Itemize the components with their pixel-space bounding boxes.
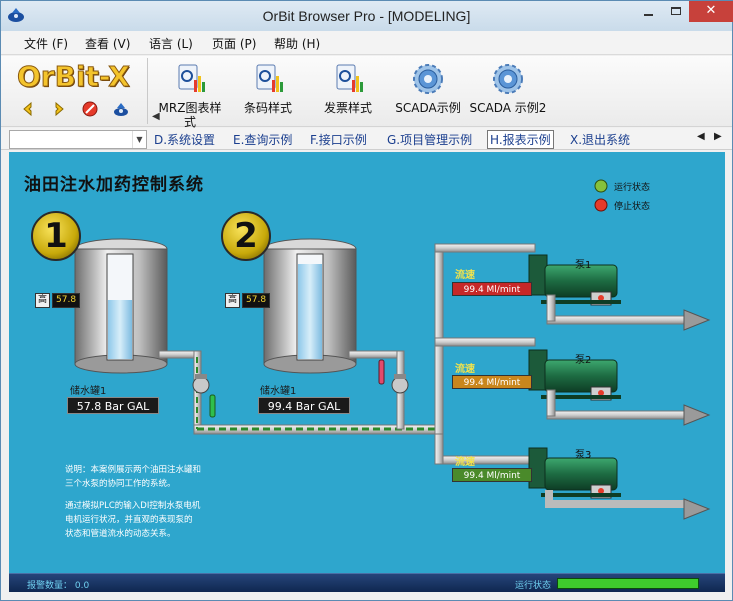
tank-1-high-indicator: 高 57.8 xyxy=(35,293,81,308)
gear-icon xyxy=(493,64,523,94)
close-button[interactable]: ✕ xyxy=(689,1,733,22)
report-icon xyxy=(336,64,363,92)
tank-1-name: 储水罐1 xyxy=(70,386,107,397)
tool-scada-example[interactable]: SCADA示例 xyxy=(391,62,465,124)
maximize-icon xyxy=(671,7,681,15)
storage-tank-2 xyxy=(263,238,357,374)
pump-2 xyxy=(528,349,711,426)
minimize-button[interactable] xyxy=(635,1,663,22)
tank-2-high-indicator: 高 57.8 xyxy=(225,293,271,308)
tab-scroll-left-icon[interactable]: ◀ xyxy=(697,131,705,142)
tab-bar: ▼ D.系统设置 E.查询示例 F.接口示例 G.项目管理示例 H.报表示例 X… xyxy=(1,128,732,150)
title-bar: OrBit Browser Pro - [MODELING] ✕ xyxy=(1,1,733,31)
forward-icon[interactable] xyxy=(50,100,68,118)
run-state-bar xyxy=(557,578,699,589)
scada-status-bar: 报警数量： 0.0 运行状态 xyxy=(9,573,725,592)
gear-icon xyxy=(413,64,443,94)
tool-invoice-style[interactable]: 发票样式 xyxy=(313,62,383,124)
home-icon[interactable] xyxy=(112,100,130,118)
tab-scroll-right-icon[interactable]: ▶ xyxy=(714,131,722,142)
tool-mrz-chart-style[interactable]: MRZ图表样式 xyxy=(155,62,225,129)
report-icon xyxy=(256,64,283,92)
tab-exit-system[interactable]: X.退出系统 xyxy=(570,131,630,148)
report-icon xyxy=(178,64,205,92)
menu-file[interactable]: 文件 (F) xyxy=(24,35,68,52)
pump-3-flow-value: 99.4 Ml/mint xyxy=(452,468,532,482)
pump-3-flow-label: 流速 xyxy=(455,457,475,468)
tab-query-examples[interactable]: E.查询示例 xyxy=(233,131,292,148)
tank-2-name: 储水罐1 xyxy=(260,386,297,397)
minimize-icon xyxy=(644,14,653,16)
tool-barcode-style[interactable]: 条码样式 xyxy=(233,62,303,124)
storage-tank-1 xyxy=(74,238,168,374)
pump-2-flow-value: 99.4 Ml/mint xyxy=(452,375,532,389)
pump-1-name: 泵1 xyxy=(575,260,592,271)
menu-view[interactable]: 查看 (V) xyxy=(85,35,130,52)
pump-3-name: 泵3 xyxy=(575,450,592,461)
description-note: 说明：本案例展示两个油田注水罐和 三个水泵的协同工作的系统。 通过模拟PLC的输… xyxy=(65,465,202,539)
tank-2-number-badge: 2 xyxy=(221,211,271,261)
menu-bar: 文件 (F) 查看 (V) 语言 (L) 页面 (P) 帮助 (H) xyxy=(1,31,732,55)
tab-report-examples[interactable]: H.报表示例 xyxy=(487,130,554,149)
app-window: OrBit Browser Pro - [MODELING] ✕ 文件 (F) … xyxy=(0,0,733,601)
menu-help[interactable]: 帮助 (H) xyxy=(274,35,320,52)
tank-1-value: 57.8 Bar GAL xyxy=(67,397,159,414)
chevron-down-icon: ▼ xyxy=(132,131,146,148)
pump-2-name: 泵2 xyxy=(575,355,592,366)
pump-1-flow-value: 99.4 Ml/mint xyxy=(452,282,532,296)
run-state-label: 运行状态 xyxy=(515,581,552,591)
menu-page[interactable]: 页面 (P) xyxy=(212,35,256,52)
stop-icon[interactable] xyxy=(81,100,99,118)
scada-panel: 油田注水加药控制系统 运行状态 停止状态 1 2 高 57.8 高 57.8 储… xyxy=(9,152,725,592)
tank-1-number-badge: 1 xyxy=(31,211,81,261)
pump-2-flow-label: 流速 xyxy=(455,364,475,375)
tool-scada-example-2[interactable]: SCADA 示例2 xyxy=(469,62,547,124)
tab-interface-examples[interactable]: F.接口示例 xyxy=(310,131,367,148)
address-dropdown[interactable]: ▼ xyxy=(9,130,147,149)
alarm-count: 报警数量： 0.0 xyxy=(27,581,90,591)
menu-language[interactable]: 语言 (L) xyxy=(149,35,193,52)
pump-1 xyxy=(528,254,711,331)
tab-project-management[interactable]: G.项目管理示例 xyxy=(387,131,472,148)
pump-1-flow-label: 流速 xyxy=(455,270,475,281)
toolbar-divider xyxy=(147,58,148,124)
orbit-logo: OrBit-X xyxy=(17,60,131,94)
tab-system-settings[interactable]: D.系统设置 xyxy=(154,131,215,148)
maximize-button[interactable] xyxy=(663,1,689,22)
toolbar: OrBit-X ◀ MRZ图表样式 条码样式 发票样式 SCADA示例 SCAD… xyxy=(1,56,732,129)
window-title: OrBit Browser Pro - [MODELING] xyxy=(262,8,471,24)
tank-2-value: 99.4 Bar GAL xyxy=(258,397,350,414)
back-icon[interactable] xyxy=(19,100,37,118)
pump-3 xyxy=(528,447,711,520)
